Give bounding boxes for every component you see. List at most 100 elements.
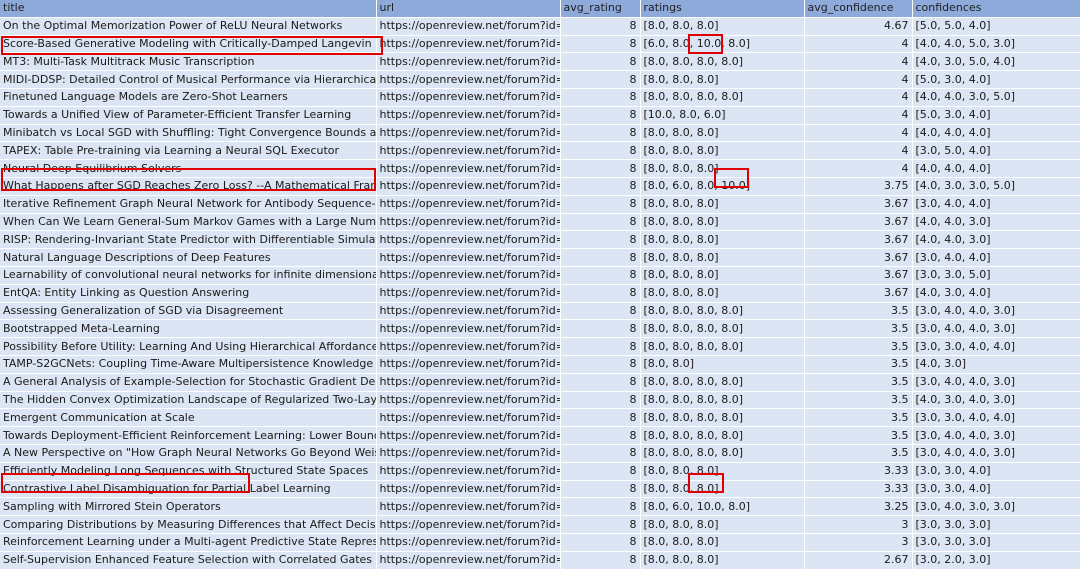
cell-title[interactable]: Finetuned Language Models are Zero-Shot … — [0, 88, 377, 107]
cell-url[interactable]: https://openreview.net/forum?id= — [376, 124, 561, 143]
table-row[interactable]: Contrastive Label Disambiguation for Par… — [0, 480, 1080, 499]
cell-ratings[interactable]: [8.0, 8.0, 8.0, 8.0] — [640, 373, 805, 392]
cell-url[interactable]: https://openreview.net/forum?id= — [376, 70, 561, 89]
cell-url[interactable]: https://openreview.net/forum?id= — [376, 337, 561, 356]
table-row[interactable]: Assessing Generalization of SGD via Disa… — [0, 302, 1080, 321]
cell-title[interactable]: The Hidden Convex Optimization Landscape… — [0, 391, 377, 410]
cell-title[interactable]: Score-Based Generative Modeling with Cri… — [0, 35, 377, 54]
cell-avg-confidence[interactable]: 3.5 — [804, 319, 913, 339]
cell-avg-confidence[interactable]: 3.67 — [804, 213, 913, 232]
cell-ratings[interactable]: [8.0, 8.0, 8.0, 8.0] — [640, 426, 805, 445]
cell-title[interactable]: Reinforcement Learning under a Multi-age… — [0, 533, 377, 552]
cell-avg-confidence[interactable]: 3 — [804, 515, 913, 534]
table-row[interactable]: Neural Deep Equilibrium Solvers https://o… — [0, 159, 1080, 178]
cell-avg-confidence[interactable]: 3.5 — [804, 408, 913, 428]
cell-avg-confidence[interactable]: 3.33 — [804, 480, 913, 499]
table-row[interactable]: TAPEX: Table Pre-training via Learning a… — [0, 141, 1080, 161]
cell-title[interactable]: MIDI-DDSP: Detailed Control of Musical P… — [0, 70, 377, 89]
cell-ratings[interactable]: [8.0, 8.0, 8.0] — [640, 17, 805, 36]
cell-avg-confidence[interactable]: 3.5 — [804, 302, 913, 321]
cell-confidences[interactable]: [3.0, 3.0, 3.0] — [912, 533, 1080, 552]
cell-ratings[interactable]: [8.0, 8.0, 8.0] — [640, 195, 805, 214]
cell-confidences[interactable]: [3.0, 4.0, 4.0, 3.0] — [912, 444, 1080, 463]
cell-url[interactable]: https://openreview.net/forum?id= — [376, 533, 561, 552]
cell-avg-rating[interactable]: 8 — [560, 88, 641, 107]
cell-avg-confidence[interactable]: 3.75 — [804, 177, 913, 196]
cell-url[interactable]: https://openreview.net/forum?id= — [376, 106, 561, 125]
cell-url[interactable]: https://openreview.net/forum?id= — [376, 230, 561, 250]
cell-title[interactable]: A New Perspective on "How Graph Neural N… — [0, 444, 377, 463]
cell-confidences[interactable]: [3.0, 2.0, 3.0] — [912, 551, 1080, 570]
cell-avg-rating[interactable]: 8 — [560, 426, 641, 445]
cell-title[interactable]: What Happens after SGD Reaches Zero Loss… — [0, 177, 377, 196]
cell-url[interactable]: https://openreview.net/forum?id= — [376, 266, 561, 285]
cell-confidences[interactable]: [4.0, 3.0, 3.0, 5.0] — [912, 177, 1080, 196]
table-row[interactable]: The Hidden Convex Optimization Landscape… — [0, 391, 1080, 410]
cell-confidences[interactable]: [4.0, 3.0] — [912, 355, 1080, 374]
cell-avg-rating[interactable]: 8 — [560, 248, 641, 267]
cell-url[interactable]: https://openreview.net/forum?id= — [376, 319, 561, 339]
cell-confidences[interactable]: [4.0, 4.0, 4.0] — [912, 124, 1080, 143]
cell-title[interactable]: MT3: Multi-Task Multitrack Music Transcr… — [0, 52, 377, 72]
cell-confidences[interactable]: [4.0, 4.0, 3.0, 5.0] — [912, 88, 1080, 107]
cell-avg-rating[interactable]: 8 — [560, 35, 641, 54]
cell-avg-confidence[interactable]: 4 — [804, 124, 913, 143]
table-row[interactable]: Learnability of convolutional neural net… — [0, 266, 1080, 285]
cell-title[interactable]: RISP: Rendering-Invariant State Predicto… — [0, 230, 377, 250]
cell-url[interactable]: https://openreview.net/forum?id= — [376, 462, 561, 481]
cell-avg-rating[interactable]: 8 — [560, 391, 641, 410]
cell-avg-confidence[interactable]: 4 — [804, 141, 913, 161]
cell-confidences[interactable]: [4.0, 4.0, 4.0] — [912, 159, 1080, 178]
cell-avg-confidence[interactable]: 4 — [804, 35, 913, 54]
cell-avg-rating[interactable]: 8 — [560, 141, 641, 161]
cell-avg-rating[interactable]: 8 — [560, 408, 641, 428]
cell-url[interactable]: https://openreview.net/forum?id= — [376, 480, 561, 499]
cell-title[interactable]: TAMP-S2GCNets: Coupling Time-Aware Multi… — [0, 355, 377, 374]
table-row[interactable]: Bootstrapped Meta-Learning https://openre… — [0, 319, 1080, 339]
cell-avg-confidence[interactable]: 3.5 — [804, 355, 913, 374]
cell-avg-rating[interactable]: 8 — [560, 213, 641, 232]
cell-avg-confidence[interactable]: 3.67 — [804, 230, 913, 250]
cell-avg-rating[interactable]: 8 — [560, 284, 641, 303]
cell-ratings[interactable]: [8.0, 8.0, 8.0] — [640, 159, 805, 178]
table-row[interactable]: When Can We Learn General-Sum Markov Gam… — [0, 213, 1080, 232]
table-row[interactable]: Emergent Communication at Scale https://o… — [0, 408, 1080, 428]
table-row[interactable]: RISP: Rendering-Invariant State Predicto… — [0, 230, 1080, 250]
cell-title[interactable]: Towards a Unified View of Parameter-Effi… — [0, 106, 377, 125]
cell-avg-rating[interactable]: 8 — [560, 52, 641, 72]
cell-avg-rating[interactable]: 8 — [560, 480, 641, 499]
cell-ratings[interactable]: [8.0, 8.0] — [640, 355, 805, 374]
table-row[interactable]: EntQA: Entity Linking as Question Answer… — [0, 284, 1080, 303]
cell-confidences[interactable]: [4.0, 4.0, 5.0, 3.0] — [912, 35, 1080, 54]
table-row[interactable]: On the Optimal Memorization Power of ReL… — [0, 17, 1080, 36]
cell-url[interactable]: https://openreview.net/forum?id= — [376, 177, 561, 196]
cell-title[interactable]: Towards Deployment-Efficient Reinforceme… — [0, 426, 377, 445]
cell-ratings[interactable]: [8.0, 8.0, 8.0, 8.0] — [640, 408, 805, 428]
cell-url[interactable]: https://openreview.net/forum?id= — [376, 497, 561, 517]
cell-ratings[interactable]: [8.0, 8.0, 8.0] — [640, 230, 805, 250]
cell-avg-rating[interactable]: 8 — [560, 533, 641, 552]
cell-avg-rating[interactable]: 8 — [560, 70, 641, 89]
cell-avg-rating[interactable]: 8 — [560, 177, 641, 196]
cell-avg-rating[interactable]: 8 — [560, 355, 641, 374]
header-title[interactable]: title — [0, 0, 377, 18]
cell-url[interactable]: https://openreview.net/forum?id= — [376, 141, 561, 161]
table-row[interactable]: What Happens after SGD Reaches Zero Loss… — [0, 177, 1080, 196]
cell-avg-rating[interactable]: 8 — [560, 230, 641, 250]
cell-avg-rating[interactable]: 8 — [560, 266, 641, 285]
cell-confidences[interactable]: [4.0, 3.0, 5.0, 4.0] — [912, 52, 1080, 72]
cell-url[interactable]: https://openreview.net/forum?id= — [376, 213, 561, 232]
cell-ratings[interactable]: [10.0, 8.0, 6.0] — [640, 106, 805, 125]
cell-title[interactable]: TAPEX: Table Pre-training via Learning a… — [0, 141, 377, 161]
header-avg-confidence[interactable]: avg_confidence — [804, 0, 913, 18]
cell-url[interactable]: https://openreview.net/forum?id= — [376, 52, 561, 72]
cell-ratings[interactable]: [8.0, 8.0, 8.0] — [640, 141, 805, 161]
cell-avg-confidence[interactable]: 4 — [804, 106, 913, 125]
table-row[interactable]: MT3: Multi-Task Multitrack Music Transcr… — [0, 52, 1080, 72]
cell-confidences[interactable]: [5.0, 3.0, 4.0] — [912, 106, 1080, 125]
cell-confidences[interactable]: [3.0, 4.0, 4.0, 3.0] — [912, 426, 1080, 445]
cell-avg-rating[interactable]: 8 — [560, 319, 641, 339]
cell-title[interactable]: Comparing Distributions by Measuring Dif… — [0, 515, 377, 534]
cell-ratings[interactable]: [8.0, 8.0, 8.0, 8.0] — [640, 302, 805, 321]
cell-confidences[interactable]: [3.0, 3.0, 4.0] — [912, 462, 1080, 481]
